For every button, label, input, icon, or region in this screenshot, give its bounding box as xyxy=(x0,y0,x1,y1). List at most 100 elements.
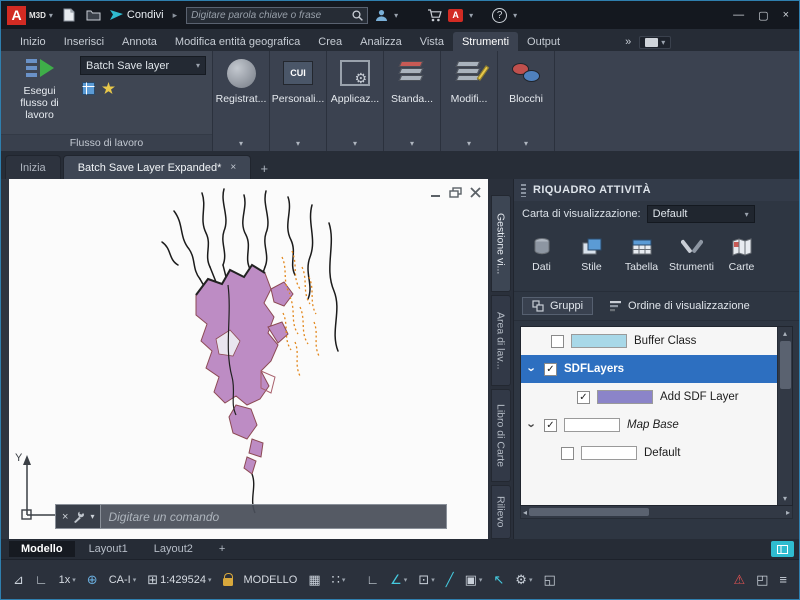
layer-row-map-base[interactable]: › ✓ Map Base xyxy=(521,411,777,439)
tab-modifica-entita-geografica[interactable]: Modifica entità geografica xyxy=(166,32,309,51)
layer-row-buffer-class[interactable]: Buffer Class xyxy=(521,327,777,355)
tab-vista[interactable]: Vista xyxy=(411,32,453,51)
run-workflow-button[interactable]: Esegui flusso di lavoro xyxy=(7,56,72,134)
strumenti-button[interactable]: Strumenti xyxy=(668,233,715,289)
qat-expand-icon[interactable]: ▸ xyxy=(173,10,178,21)
viewport-minimize-icon[interactable] xyxy=(429,185,442,203)
viewport-restore-icon[interactable] xyxy=(449,185,462,203)
carte-button[interactable]: Carte xyxy=(718,233,765,289)
personalizzazione-button[interactable]: CUI Personali... xyxy=(270,51,326,135)
clean-screen-button[interactable]: ◰ xyxy=(752,570,772,590)
taskpane-toggle-button[interactable] xyxy=(771,541,794,557)
isolate-objects-button[interactable]: ◱ xyxy=(539,570,559,590)
layer-row-default[interactable]: Default xyxy=(521,439,777,467)
minimize-button[interactable]: — xyxy=(733,9,744,21)
model-space-button[interactable]: MODELLO xyxy=(240,571,302,589)
panel-expand-icon[interactable]: ▾ xyxy=(524,135,528,151)
grid-display-button[interactable]: ▦ xyxy=(304,570,324,590)
annotation-visibility-button[interactable]: ▣ ▾ xyxy=(461,570,487,590)
snap-mode-button[interactable]: ∷ ▾ xyxy=(328,570,350,590)
collapse-icon[interactable]: › xyxy=(525,420,540,430)
drawing-canvas[interactable]: Y × ▾ xyxy=(9,179,488,539)
grip-icon[interactable] xyxy=(521,183,526,197)
start-tab[interactable]: Inizia xyxy=(5,155,61,179)
autodesk-access-icon[interactable]: A xyxy=(448,8,464,22)
manage-workflow-icon[interactable] xyxy=(82,82,95,95)
command-line[interactable]: × ▾ xyxy=(55,504,447,529)
modifica-button[interactable]: Modifi... xyxy=(441,51,497,135)
lod-scale-button[interactable]: 1x ▾ xyxy=(55,571,80,589)
tab-crea[interactable]: Crea xyxy=(309,32,351,51)
groups-button[interactable]: Gruppi xyxy=(522,297,594,315)
drafting-settings-button[interactable]: ⊿ xyxy=(9,570,28,590)
layer-checkbox[interactable] xyxy=(551,334,564,348)
panel-expand-icon[interactable]: ▾ xyxy=(239,135,243,151)
close-tab-icon[interactable]: × xyxy=(230,162,236,173)
chevron-down-icon[interactable]: ▾ xyxy=(469,11,473,20)
panel-expand-icon[interactable]: ▾ xyxy=(467,135,471,151)
status-menu-button[interactable]: ≡ xyxy=(775,570,791,590)
layer-checkbox[interactable]: ✓ xyxy=(577,390,590,404)
help-icon[interactable]: ? xyxy=(492,7,508,23)
collapse-icon[interactable]: › xyxy=(525,364,540,374)
layer-checkbox[interactable]: ✓ xyxy=(544,362,557,376)
panel-expand-icon[interactable]: ▾ xyxy=(353,135,357,151)
tab-strumenti[interactable]: Strumenti xyxy=(452,32,519,51)
customization-button[interactable]: ⚙ ▾ xyxy=(511,570,536,590)
stile-button[interactable]: Stile xyxy=(568,233,615,289)
selection-cycling-button[interactable]: ↖ xyxy=(489,570,508,590)
tab-analizza[interactable]: Analizza xyxy=(351,32,411,51)
cart-icon[interactable] xyxy=(427,8,442,22)
layer-checkbox[interactable]: ✓ xyxy=(544,418,557,432)
chevron-down-icon[interactable]: ▾ xyxy=(394,11,398,20)
display-map-select[interactable]: Default ▾ xyxy=(646,205,755,223)
drawing-tab-active[interactable]: Batch Save Layer Expanded* × xyxy=(62,155,252,179)
applicazioni-button[interactable]: ⚙ Applicaz... xyxy=(327,51,383,135)
close-command-icon[interactable]: × xyxy=(62,511,68,523)
new-workflow-icon[interactable] xyxy=(102,82,115,95)
vertical-scrollbar[interactable]: ▴ ▾ xyxy=(777,327,792,505)
scrollbar-thumb[interactable] xyxy=(529,508,650,516)
layer-row-add-sdf-layer[interactable]: ✓ Add SDF Layer xyxy=(521,383,777,411)
horizontal-scrollbar[interactable]: ◂ ▸ xyxy=(520,506,793,519)
panel-expand-icon[interactable]: ▾ xyxy=(410,135,414,151)
scrollbar-thumb[interactable] xyxy=(779,341,791,389)
polar-tracking-button[interactable]: ∠ ▾ xyxy=(386,570,411,590)
search-input[interactable] xyxy=(191,9,349,21)
chevron-down-icon[interactable]: ▾ xyxy=(513,11,517,20)
new-drawing-tab-button[interactable]: + xyxy=(253,157,275,179)
taskpane-header[interactable]: RIQUADRO ATTIVITÀ xyxy=(514,179,799,201)
open-folder-icon[interactable] xyxy=(85,7,103,23)
sidetab-area-di-lavoro[interactable]: Area di lav... xyxy=(490,295,511,387)
lineweight-button[interactable]: ╱ xyxy=(442,570,458,590)
share-button[interactable]: Condivi xyxy=(109,9,164,21)
maximize-button[interactable]: ▢ xyxy=(758,9,768,22)
tab-inizio[interactable]: Inizio xyxy=(11,32,55,51)
workflow-combobox[interactable]: Batch Save layer ▾ xyxy=(80,56,206,75)
dati-button[interactable]: Dati xyxy=(518,233,565,289)
viewport-close-icon[interactable] xyxy=(469,185,482,203)
tab-overflow-icon[interactable]: » xyxy=(625,36,631,51)
registrazione-button[interactable]: Registrat... xyxy=(213,51,269,135)
ortho-mode-button[interactable]: ∟ xyxy=(362,570,383,590)
standard-button[interactable]: Standa... xyxy=(384,51,440,135)
new-file-icon[interactable] xyxy=(60,7,78,23)
close-button[interactable]: × xyxy=(783,9,789,21)
tab-output[interactable]: Output xyxy=(518,32,569,51)
snap-angle-button[interactable]: ∟ xyxy=(31,570,52,590)
search-icon[interactable] xyxy=(352,9,364,21)
draw-order-button[interactable]: Ordine di visualizzazione xyxy=(603,298,756,314)
blocchi-button[interactable]: Blocchi xyxy=(498,51,554,135)
app-menu-button[interactable]: A M3D ▾ xyxy=(7,5,53,25)
object-snap-button[interactable]: ⊡ ▾ xyxy=(414,570,438,590)
sidetab-gestione-visualizzazione[interactable]: Gestione vi... xyxy=(490,195,511,293)
performance-warning-button[interactable]: ⚠ xyxy=(729,570,749,590)
tab-annota[interactable]: Annota xyxy=(113,32,166,51)
command-input[interactable] xyxy=(101,509,446,524)
tab-layout1[interactable]: Layout1 xyxy=(77,541,140,557)
new-layout-button[interactable]: + xyxy=(207,541,237,557)
tab-modello[interactable]: Modello xyxy=(9,541,75,557)
layer-row-sdflayers[interactable]: › ✓ SDFLayers xyxy=(521,355,777,383)
customize-wrench-icon[interactable] xyxy=(73,511,85,523)
recent-commands-icon[interactable]: ▾ xyxy=(90,512,94,521)
